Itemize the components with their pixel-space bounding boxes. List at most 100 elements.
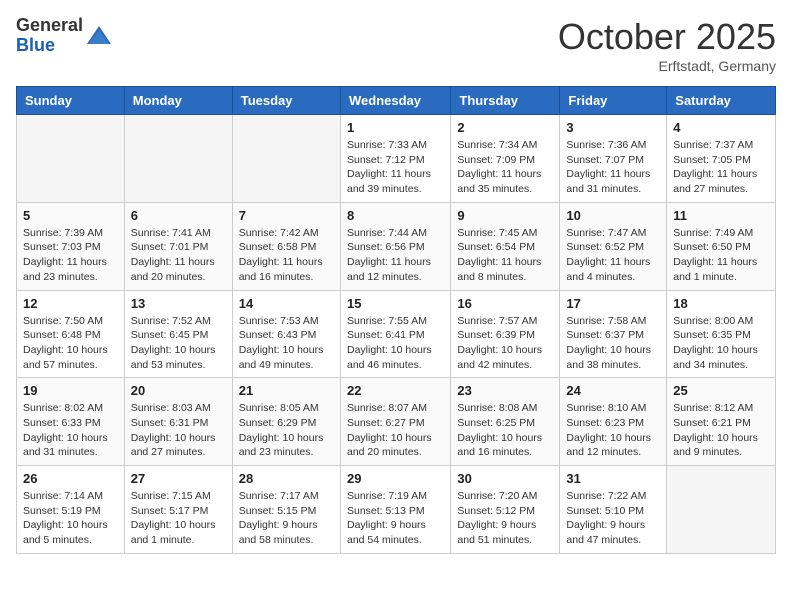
month-title: October 2025 <box>558 16 776 58</box>
calendar-cell: 24 Sunrise: 8:10 AM Sunset: 6:23 PM Dayli… <box>560 378 667 466</box>
calendar-cell <box>124 115 232 203</box>
day-info: Sunrise: 8:07 AM Sunset: 6:27 PM Dayligh… <box>347 401 444 460</box>
day-info: Sunrise: 8:00 AM Sunset: 6:35 PM Dayligh… <box>673 314 769 373</box>
day-info: Sunrise: 7:36 AM Sunset: 7:07 PM Dayligh… <box>566 138 660 197</box>
day-number: 28 <box>239 471 334 486</box>
day-number: 29 <box>347 471 444 486</box>
calendar-cell <box>232 115 340 203</box>
calendar-cell: 20 Sunrise: 8:03 AM Sunset: 6:31 PM Dayli… <box>124 378 232 466</box>
calendar-cell: 12Sunrise: 7:50 AM Sunset: 6:48 PM Dayli… <box>17 290 125 378</box>
day-number: 8 <box>347 208 444 223</box>
calendar-cell: 22 Sunrise: 8:07 AM Sunset: 6:27 PM Dayli… <box>340 378 450 466</box>
calendar-cell: 10 Sunrise: 7:47 AM Sunset: 6:52 PM Dayli… <box>560 202 667 290</box>
location: Erftstadt, Germany <box>558 58 776 74</box>
calendar-cell: 9Sunrise: 7:45 AM Sunset: 6:54 PM Daylig… <box>451 202 560 290</box>
day-number: 11 <box>673 208 769 223</box>
day-info: Sunrise: 7:42 AM Sunset: 6:58 PM Dayligh… <box>239 226 334 285</box>
day-number: 30 <box>457 471 553 486</box>
day-info: Sunrise: 7:47 AM Sunset: 6:52 PM Dayligh… <box>566 226 660 285</box>
day-number: 16 <box>457 296 553 311</box>
calendar-cell: 3 Sunrise: 7:36 AM Sunset: 7:07 PM Daylig… <box>560 115 667 203</box>
day-number: 13 <box>131 296 226 311</box>
calendar-header-sunday: Sunday <box>17 87 125 115</box>
calendar-cell: 6 Sunrise: 7:41 AM Sunset: 7:01 PM Daylig… <box>124 202 232 290</box>
calendar-cell: 7 Sunrise: 7:42 AM Sunset: 6:58 PM Daylig… <box>232 202 340 290</box>
day-info: Sunrise: 7:33 AM Sunset: 7:12 PM Dayligh… <box>347 138 444 197</box>
logo-general: General <box>16 15 83 35</box>
calendar-cell: 14Sunrise: 7:53 AM Sunset: 6:43 PM Dayli… <box>232 290 340 378</box>
day-info: Sunrise: 7:19 AM Sunset: 5:13 PM Dayligh… <box>347 489 444 548</box>
calendar-cell: 5 Sunrise: 7:39 AM Sunset: 7:03 PM Daylig… <box>17 202 125 290</box>
day-number: 3 <box>566 120 660 135</box>
logo-text: General Blue <box>16 16 83 56</box>
calendar-cell: 21 Sunrise: 8:05 AM Sunset: 6:29 PM Dayli… <box>232 378 340 466</box>
logo-blue: Blue <box>16 35 55 55</box>
day-number: 1 <box>347 120 444 135</box>
day-info: Sunrise: 8:08 AM Sunset: 6:25 PM Dayligh… <box>457 401 553 460</box>
calendar-header-saturday: Saturday <box>667 87 776 115</box>
day-info: Sunrise: 7:39 AM Sunset: 7:03 PM Dayligh… <box>23 226 118 285</box>
day-number: 26 <box>23 471 118 486</box>
calendar-header-thursday: Thursday <box>451 87 560 115</box>
calendar-cell: 4 Sunrise: 7:37 AM Sunset: 7:05 PM Daylig… <box>667 115 776 203</box>
day-number: 25 <box>673 383 769 398</box>
day-info: Sunrise: 8:02 AM Sunset: 6:33 PM Dayligh… <box>23 401 118 460</box>
day-number: 23 <box>457 383 553 398</box>
day-number: 14 <box>239 296 334 311</box>
day-info: Sunrise: 7:14 AM Sunset: 5:19 PM Dayligh… <box>23 489 118 548</box>
day-info: Sunrise: 8:03 AM Sunset: 6:31 PM Dayligh… <box>131 401 226 460</box>
calendar-cell: 23 Sunrise: 8:08 AM Sunset: 6:25 PM Dayli… <box>451 378 560 466</box>
calendar-week-row: 12Sunrise: 7:50 AM Sunset: 6:48 PM Dayli… <box>17 290 776 378</box>
calendar-header-friday: Friday <box>560 87 667 115</box>
calendar-cell: 26 Sunrise: 7:14 AM Sunset: 5:19 PM Dayli… <box>17 466 125 554</box>
calendar-cell: 13 Sunrise: 7:52 AM Sunset: 6:45 PM Dayli… <box>124 290 232 378</box>
day-number: 2 <box>457 120 553 135</box>
day-number: 20 <box>131 383 226 398</box>
day-number: 5 <box>23 208 118 223</box>
calendar-header-wednesday: Wednesday <box>340 87 450 115</box>
calendar-cell: 17 Sunrise: 7:58 AM Sunset: 6:37 PM Dayli… <box>560 290 667 378</box>
day-number: 31 <box>566 471 660 486</box>
calendar-week-row: 26 Sunrise: 7:14 AM Sunset: 5:19 PM Dayli… <box>17 466 776 554</box>
day-number: 27 <box>131 471 226 486</box>
day-info: Sunrise: 7:52 AM Sunset: 6:45 PM Dayligh… <box>131 314 226 373</box>
day-number: 21 <box>239 383 334 398</box>
calendar-cell: 31Sunrise: 7:22 AM Sunset: 5:10 PM Dayli… <box>560 466 667 554</box>
day-info: Sunrise: 8:05 AM Sunset: 6:29 PM Dayligh… <box>239 401 334 460</box>
calendar-cell <box>667 466 776 554</box>
day-info: Sunrise: 7:58 AM Sunset: 6:37 PM Dayligh… <box>566 314 660 373</box>
calendar-cell: 16Sunrise: 7:57 AM Sunset: 6:39 PM Dayli… <box>451 290 560 378</box>
calendar-cell <box>17 115 125 203</box>
day-number: 19 <box>23 383 118 398</box>
logo-icon <box>85 22 113 50</box>
calendar-cell: 28 Sunrise: 7:17 AM Sunset: 5:15 PM Dayli… <box>232 466 340 554</box>
day-info: Sunrise: 7:41 AM Sunset: 7:01 PM Dayligh… <box>131 226 226 285</box>
day-info: Sunrise: 7:17 AM Sunset: 5:15 PM Dayligh… <box>239 489 334 548</box>
day-info: Sunrise: 8:10 AM Sunset: 6:23 PM Dayligh… <box>566 401 660 460</box>
calendar-header-row: SundayMondayTuesdayWednesdayThursdayFrid… <box>17 87 776 115</box>
calendar-cell: 18 Sunrise: 8:00 AM Sunset: 6:35 PM Dayli… <box>667 290 776 378</box>
day-number: 22 <box>347 383 444 398</box>
calendar-table: SundayMondayTuesdayWednesdayThursdayFrid… <box>16 86 776 554</box>
day-number: 6 <box>131 208 226 223</box>
title-area: October 2025 Erftstadt, Germany <box>558 16 776 74</box>
day-info: Sunrise: 7:20 AM Sunset: 5:12 PM Dayligh… <box>457 489 553 548</box>
page-header: General Blue October 2025 Erftstadt, Ger… <box>16 16 776 74</box>
calendar-cell: 8Sunrise: 7:44 AM Sunset: 6:56 PM Daylig… <box>340 202 450 290</box>
day-number: 4 <box>673 120 769 135</box>
day-info: Sunrise: 7:50 AM Sunset: 6:48 PM Dayligh… <box>23 314 118 373</box>
day-number: 10 <box>566 208 660 223</box>
calendar-cell: 30 Sunrise: 7:20 AM Sunset: 5:12 PM Dayli… <box>451 466 560 554</box>
calendar-cell: 19 Sunrise: 8:02 AM Sunset: 6:33 PM Dayli… <box>17 378 125 466</box>
calendar-header-monday: Monday <box>124 87 232 115</box>
calendar-week-row: 1 Sunrise: 7:33 AM Sunset: 7:12 PM Daylig… <box>17 115 776 203</box>
day-number: 7 <box>239 208 334 223</box>
calendar-header-tuesday: Tuesday <box>232 87 340 115</box>
day-number: 24 <box>566 383 660 398</box>
calendar-week-row: 5 Sunrise: 7:39 AM Sunset: 7:03 PM Daylig… <box>17 202 776 290</box>
day-info: Sunrise: 7:37 AM Sunset: 7:05 PM Dayligh… <box>673 138 769 197</box>
day-number: 15 <box>347 296 444 311</box>
day-number: 18 <box>673 296 769 311</box>
day-number: 17 <box>566 296 660 311</box>
calendar-cell: 11Sunrise: 7:49 AM Sunset: 6:50 PM Dayli… <box>667 202 776 290</box>
